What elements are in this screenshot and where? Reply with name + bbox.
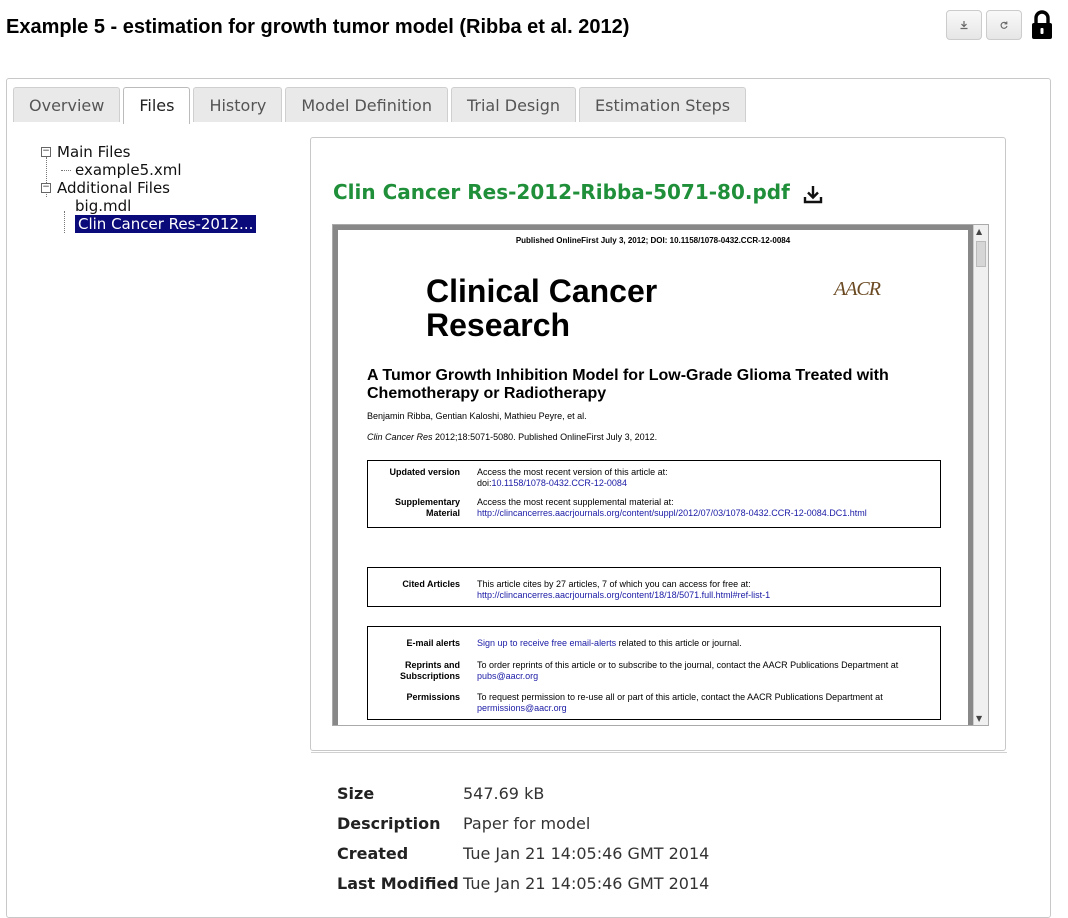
meta-size-label: Size	[337, 784, 375, 803]
meta-modified-label: Last Modified	[337, 874, 459, 893]
pdf-supp-label: Supplementary Material	[394, 497, 460, 518]
tree-leaf-example5-xml[interactable]: example5.xml	[39, 161, 256, 179]
pdf-journal-line1: Clinical Cancer	[426, 273, 658, 309]
pdf-page: Published OnlineFirst July 3, 2012; DOI:…	[338, 230, 968, 725]
pdf-permissions-text: To request permission to re-use all or p…	[477, 692, 947, 714]
tree-node-main-files[interactable]: − Main Files	[39, 143, 256, 161]
meta-modified-row: Last Modified Tue Jan 21 14:05:46 GMT 201…	[337, 869, 709, 899]
meta-created-value: Tue Jan 21 14:05:46 GMT 2014	[463, 844, 710, 863]
pdf-doi-prefix: doi:	[477, 478, 492, 488]
pdf-info-box-cited: Cited Articles This article cites by 27 …	[367, 567, 941, 607]
sync-icon	[1000, 21, 1008, 29]
meta-created-label: Created	[337, 844, 409, 863]
tab-model-definition[interactable]: Model Definition	[285, 87, 448, 122]
pdf-permissions-label: Permissions	[406, 692, 460, 702]
pdf-email-text: Sign up to receive free email-alerts rel…	[477, 638, 947, 649]
tab-estimation-steps[interactable]: Estimation Steps	[579, 87, 747, 122]
pdf-preview[interactable]: Published OnlineFirst July 3, 2012; DOI:…	[332, 224, 989, 726]
file-title[interactable]: Clin Cancer Res-2012-Ribba-5071-80.pdf	[333, 180, 823, 204]
pdf-doi-link[interactable]: 10.1158/1078-0432.CCR-12-0084	[492, 478, 627, 488]
pdf-updated-doi: doi:10.1158/1078-0432.CCR-12-0084	[477, 478, 947, 489]
top-actions	[946, 10, 1054, 40]
pdf-supp-desc: Access the most recent supplemental mate…	[477, 497, 674, 507]
meta-size-value: 547.69 kB	[463, 784, 545, 803]
pdf-updated-desc: Access the most recent version of this a…	[477, 467, 668, 477]
meta-modified-value: Tue Jan 21 14:05:46 GMT 2014	[463, 874, 710, 893]
collapse-toggle-icon[interactable]: −	[41, 183, 51, 193]
tree-leaf-label: big.mdl	[75, 197, 132, 215]
pdf-reprints-link[interactable]: pubs@aacr.org	[477, 671, 947, 682]
pdf-email-label: E-mail alerts	[406, 638, 460, 648]
pdf-email-link[interactable]: Sign up to receive free email-alerts	[477, 638, 616, 648]
aacr-logo: AACR	[834, 278, 881, 300]
tree-node-label: Main Files	[57, 143, 131, 161]
content-panel: Overview Files History Model Definition …	[6, 78, 1051, 918]
tree-leaf-label: example5.xml	[75, 161, 182, 179]
sync-button[interactable]	[986, 10, 1022, 40]
pdf-citation-journal: Clin Cancer Res	[367, 432, 433, 442]
download-icon	[960, 21, 968, 30]
pdf-reprints-text: To order reprints of this article or to …	[477, 660, 947, 682]
pdf-supp-link[interactable]: http://clincancerres.aacrjournals.org/co…	[477, 508, 947, 519]
tree-leaf-big-mdl[interactable]: big.mdl	[39, 197, 256, 215]
pdf-citation-rest: 2012;18:5071-5080. Published OnlineFirst…	[432, 432, 658, 442]
pdf-authors: Benjamin Ribba, Gentian Kaloshi, Mathieu…	[367, 411, 587, 421]
pdf-permissions-link[interactable]: permissions@aacr.org	[477, 703, 947, 714]
pdf-article-title: A Tumor Growth Inhibition Model for Low-…	[367, 367, 889, 402]
pdf-info-box-services: E-mail alerts Sign up to receive free em…	[367, 626, 941, 720]
file-metadata: Size 547.69 kB Description Paper for model…	[337, 779, 709, 899]
tree-leaf-label-selected: Clin Cancer Res-2012...	[75, 215, 257, 233]
scroll-up-icon[interactable]: ▲	[976, 227, 982, 236]
tree-node-additional-files[interactable]: − Additional Files	[39, 179, 256, 197]
pdf-reprints-desc: To order reprints of this article or to …	[477, 660, 899, 670]
pdf-published-line: Published OnlineFirst July 3, 2012; DOI:…	[515, 236, 791, 245]
pdf-updated-text: Access the most recent version of this a…	[477, 467, 947, 489]
tab-files[interactable]: Files	[123, 87, 191, 124]
pdf-updated-label: Updated version	[389, 467, 460, 477]
scroll-down-icon[interactable]: ▼	[976, 714, 982, 723]
tab-history[interactable]: History	[193, 87, 283, 122]
pdf-info-box-versions: Updated version Access the most recent v…	[367, 460, 941, 528]
pdf-scrollbar[interactable]: ▲ ▼	[973, 225, 988, 725]
pdf-supp-text: Access the most recent supplemental mate…	[477, 497, 947, 519]
tab-trial-design[interactable]: Trial Design	[450, 87, 576, 122]
meta-description-value: Paper for model	[463, 814, 591, 833]
scrollbar-thumb[interactable]	[976, 241, 986, 267]
pdf-citation: Clin Cancer Res 2012;18:5071-5080. Publi…	[367, 432, 657, 442]
tree-leaf-clin-cancer-res[interactable]: Clin Cancer Res-2012...	[39, 215, 257, 233]
pdf-permissions-desc: To request permission to re-use all or p…	[477, 692, 883, 702]
tree-connector	[61, 170, 71, 171]
pdf-journal-name: Clinical Cancer Research	[426, 274, 657, 342]
pdf-journal-line2: Research	[426, 307, 571, 343]
meta-size-row: Size 547.69 kB	[337, 779, 709, 809]
page-title: Example 5 - estimation for growth tumor …	[6, 16, 630, 38]
download-icon[interactable]	[803, 184, 823, 204]
pdf-cited-label: Cited Articles	[402, 579, 460, 589]
download-button[interactable]	[946, 10, 982, 40]
pdf-cited-text: This article cites by 27 articles, 7 of …	[477, 579, 947, 601]
tab-bar: Overview Files History Model Definition …	[13, 87, 747, 124]
pdf-cited-link[interactable]: http://clincancerres.aacrjournals.org/co…	[477, 590, 947, 601]
collapse-toggle-icon[interactable]: −	[41, 147, 51, 157]
meta-description-label: Description	[337, 814, 441, 833]
lock-icon[interactable]	[1030, 10, 1054, 40]
file-title-text: Clin Cancer Res-2012-Ribba-5071-80.pdf	[333, 180, 790, 204]
pdf-reprints-label: Reprints and Subscriptions	[399, 660, 460, 681]
viewer-divider	[311, 752, 1007, 753]
pdf-cited-desc: This article cites by 27 articles, 7 of …	[477, 579, 751, 589]
tree-node-label: Additional Files	[57, 179, 170, 197]
file-tree: − Main Files example5.xml − Additional F…	[39, 143, 257, 233]
pdf-email-rest: related to this article or journal.	[616, 638, 742, 648]
meta-created-row: Created Tue Jan 21 14:05:46 GMT 2014	[337, 839, 709, 869]
tab-overview[interactable]: Overview	[13, 87, 121, 122]
meta-description-row: Description Paper for model	[337, 809, 709, 839]
file-viewer: Clin Cancer Res-2012-Ribba-5071-80.pdf P…	[310, 137, 1007, 753]
